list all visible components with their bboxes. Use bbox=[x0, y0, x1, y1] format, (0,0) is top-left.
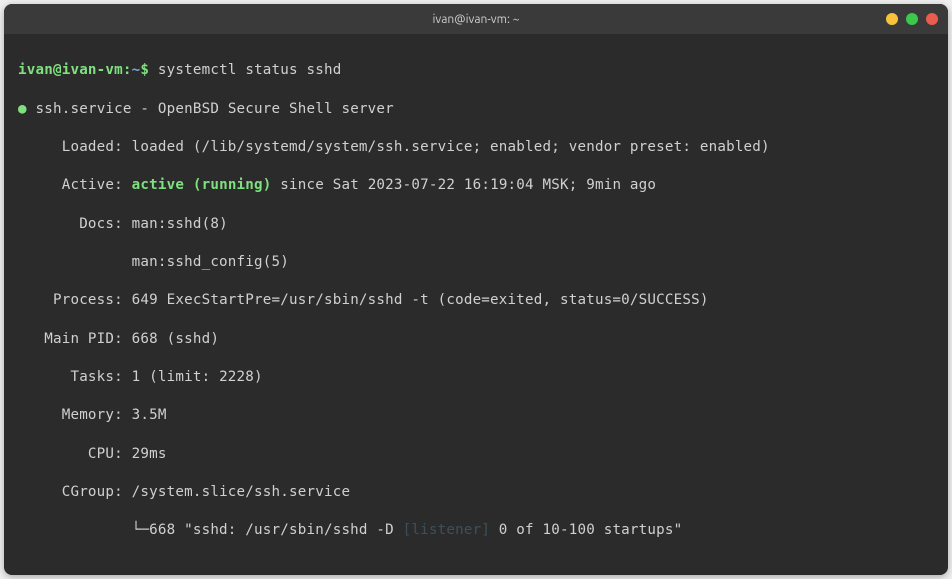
titlebar: ivan@ivan-vm: ~ bbox=[4, 4, 948, 34]
terminal-window: ivan@ivan-vm: ~ ivan@ivan-vm:~$ systemct… bbox=[4, 4, 948, 575]
status-bullet-icon: ● bbox=[18, 101, 27, 117]
process-line: Process: 649 ExecStartPre=/usr/sbin/sshd… bbox=[18, 291, 934, 310]
cpu-line: CPU: 29ms bbox=[18, 445, 934, 464]
active-status: active (running) bbox=[132, 177, 272, 193]
prompt-user: ivan@ivan-vm bbox=[18, 62, 123, 78]
cgroup-tree: └─668 "sshd: /usr/sbin/sshd -D [listener… bbox=[18, 521, 934, 540]
service-header: ● ssh.service - OpenBSD Secure Shell ser… bbox=[18, 100, 934, 119]
tasks-line: Tasks: 1 (limit: 2228) bbox=[18, 368, 934, 387]
window-title: ivan@ivan-vm: ~ bbox=[433, 13, 520, 26]
terminal-body[interactable]: ivan@ivan-vm:~$ systemctl status sshd ● … bbox=[4, 34, 948, 575]
loaded-line: Loaded: loaded (/lib/systemd/system/ssh.… bbox=[18, 138, 934, 157]
minimize-icon[interactable] bbox=[886, 13, 898, 25]
active-line: Active: active (running) since Sat 2023-… bbox=[18, 176, 934, 195]
docs-line-1: Docs: man:sshd(8) bbox=[18, 215, 934, 234]
maximize-icon[interactable] bbox=[906, 13, 918, 25]
mainpid-line: Main PID: 668 (sshd) bbox=[18, 330, 934, 349]
prompt-line-1: ivan@ivan-vm:~$ systemctl status sshd bbox=[18, 61, 934, 80]
command-1: systemctl status sshd bbox=[158, 62, 342, 78]
memory-line: Memory: 3.5M bbox=[18, 406, 934, 425]
blank-1 bbox=[18, 560, 934, 575]
watermark-text: [listener] bbox=[403, 522, 490, 538]
window-controls bbox=[886, 13, 938, 25]
cgroup-line: CGroup: /system.slice/ssh.service bbox=[18, 483, 934, 502]
docs-line-2: man:sshd_config(5) bbox=[18, 253, 934, 272]
close-icon[interactable] bbox=[926, 13, 938, 25]
